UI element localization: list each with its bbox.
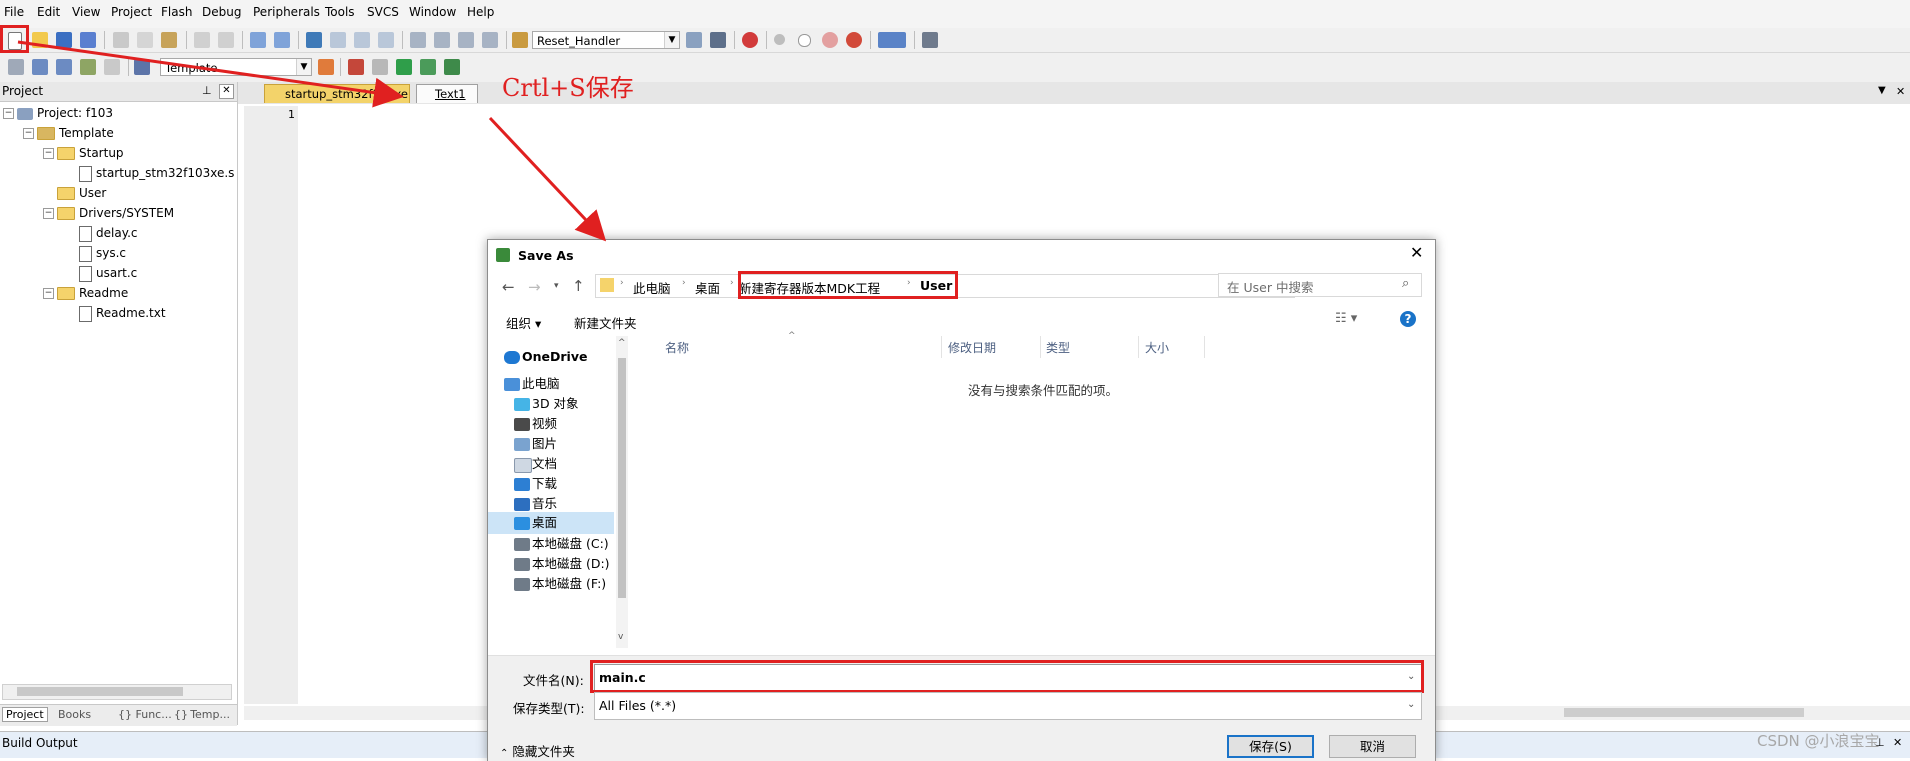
arrow-to-dialog [488,116,607,242]
annotation-arrows [17,40,607,242]
arrow-to-tab [17,40,404,108]
